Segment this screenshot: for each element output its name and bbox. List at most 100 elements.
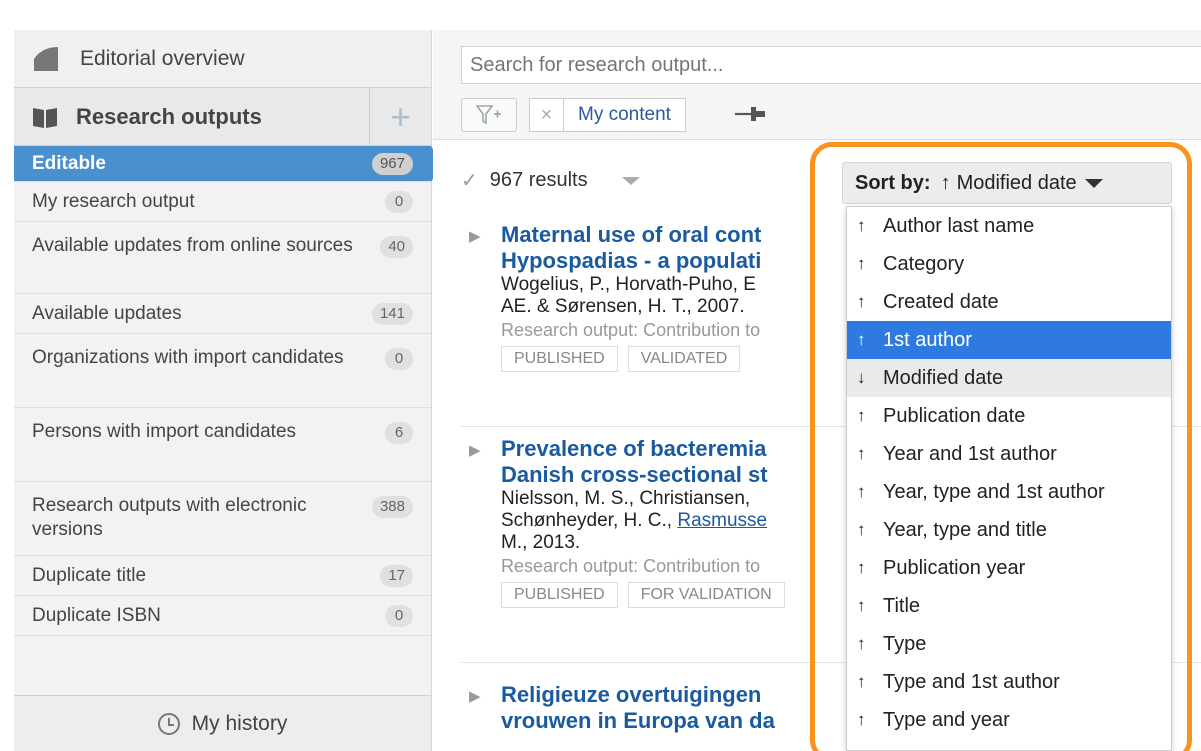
sort-option-label: Modified date (883, 366, 1004, 389)
sort-option-year-type-1st-author[interactable]: ↑ Year, type and 1st author (847, 473, 1171, 511)
sort-arrow-icon: ↑ (857, 710, 866, 729)
sort-option-created-date[interactable]: ↑ Created date (847, 283, 1171, 321)
sort-option-label: Category (883, 252, 965, 275)
search-input[interactable] (461, 46, 1201, 84)
remove-filter-icon[interactable]: × (530, 99, 564, 131)
sort-arrow-icon: ↑ (857, 330, 866, 349)
sidebar-item-count: 141 (371, 302, 413, 325)
my-history-button[interactable]: My history (14, 695, 431, 751)
expand-triangle-icon[interactable]: ▶ (469, 684, 481, 710)
sort-option-label: Created date (883, 290, 999, 313)
sort-option-label: Publication year (883, 556, 1026, 579)
status-badge: PUBLISHED (501, 582, 618, 608)
sort-option-label: Title (883, 594, 921, 617)
sort-option-type-year[interactable]: ↑ Type and year (847, 701, 1171, 739)
sort-options-menu: ↑ Author last name ↑ Category ↑ Created dat… (846, 206, 1172, 751)
sort-option-year-type-title[interactable]: ↑ Year, type and title (847, 511, 1171, 549)
sort-by-label: Sort by: (855, 171, 931, 194)
sort-option-title[interactable]: ↑ Title (847, 587, 1171, 625)
status-badge: VALIDATED (627, 346, 741, 372)
sidebar-item-count: 17 (380, 564, 413, 587)
editorial-overview-icon (34, 46, 58, 71)
add-filter-button[interactable] (461, 98, 517, 132)
sort-option-label: Author last name (883, 214, 1035, 237)
sidebar-item-count: 0 (385, 604, 413, 627)
sort-arrow-icon: ↑ (857, 672, 866, 691)
sidebar-item-persons-import[interactable]: Persons with import candidates 6 (14, 408, 431, 482)
sort-option-publication-year[interactable]: ↑ Publication year (847, 549, 1171, 587)
select-all-check-icon[interactable]: ✓ (461, 168, 478, 193)
sort-option-modified-date[interactable]: ↓ Modified date (847, 359, 1171, 397)
sort-by-dropdown[interactable]: Sort by: ↑ Modified date (842, 162, 1172, 204)
sort-option-label: Type and year (883, 708, 1010, 731)
status-badge: PUBLISHED (501, 346, 618, 372)
sort-current-value: Modified date (956, 171, 1077, 194)
sort-option-author-last-name[interactable]: ↑ Author last name (847, 207, 1171, 245)
my-history-label: My history (191, 711, 288, 735)
results-menu-caret-icon[interactable] (621, 176, 640, 185)
sort-arrow-icon: ↑ (857, 254, 866, 273)
sort-direction-icon: ↑ (940, 171, 951, 194)
sort-option-label: Year, type and title (883, 518, 1047, 541)
sort-option-publication-date[interactable]: ↑ Publication date (847, 397, 1171, 435)
sidebar-item-electronic-versions[interactable]: Research outputs with electronic version… (14, 482, 431, 556)
sort-arrow-icon: ↑ (857, 216, 866, 235)
filter-plus-icon (476, 105, 501, 125)
sidebar-item-available-updates[interactable]: Available updates 141 (14, 294, 431, 334)
expand-triangle-icon[interactable]: ▶ (469, 224, 481, 250)
status-badge: FOR VALIDATION (627, 582, 785, 608)
sidebar-item-organizations-import[interactable]: Organizations with import candidates 0 (14, 334, 431, 408)
sidebar-item-duplicate-title[interactable]: Duplicate title 17 (14, 556, 431, 596)
sidebar-item-label: Research outputs with electronic version… (32, 495, 307, 540)
sidebar-item-label: Duplicate ISBN (32, 604, 161, 626)
sidebar: Editorial overview Research outputs + Ed… (14, 30, 442, 751)
author-link[interactable]: Rasmusse (677, 510, 767, 531)
sort-arrow-icon: ↑ (857, 292, 866, 311)
sort-option-label: 1st author (883, 328, 972, 351)
sort-arrow-icon: ↑ (857, 596, 866, 615)
expand-triangle-icon[interactable]: ▶ (469, 438, 481, 464)
sidebar-item-my-research-output[interactable]: My research output 0 (14, 182, 431, 222)
sidebar-item-label: Available updates from online sources (32, 235, 353, 256)
sidebar-item-label: My research output (32, 190, 195, 212)
sidebar-item-count: 40 (380, 236, 413, 258)
sort-option-year-1st-author[interactable]: ↑ Year and 1st author (847, 435, 1171, 473)
add-research-output-button[interactable]: + (369, 88, 431, 146)
history-clock-icon (157, 712, 180, 735)
research-outputs-header[interactable]: Research outputs + (14, 88, 431, 146)
sort-arrow-icon: ↓ (857, 368, 866, 387)
sidebar-item-duplicate-isbn[interactable]: Duplicate ISBN 0 (14, 596, 431, 636)
editorial-overview-link[interactable]: Editorial overview (14, 30, 431, 88)
sidebar-item-available-updates-online[interactable]: Available updates from online sources 40 (14, 222, 431, 294)
sidebar-item-count: 967 (371, 152, 413, 175)
search-toolbar: × My content (433, 30, 1201, 140)
sort-option-label: Year, type and 1st author (883, 480, 1105, 503)
sort-option-label: Publication date (883, 404, 1026, 427)
results-count: 967 results (489, 169, 588, 191)
sidebar-item-label: Available updates (32, 302, 182, 324)
sort-option-label: Type and 1st author (883, 670, 1060, 693)
sort-option-category[interactable]: ↑ Category (847, 245, 1171, 283)
book-icon (33, 107, 57, 128)
sort-option-type[interactable]: ↑ Type (847, 625, 1171, 663)
sort-arrow-icon: ↑ (857, 406, 866, 425)
results-summary: ✓ 967 results (461, 168, 640, 193)
sort-option-label: Type (883, 632, 927, 655)
research-outputs-title: Research outputs (76, 103, 262, 129)
sort-arrow-icon: ↑ (857, 558, 866, 577)
sidebar-item-label: Persons with import candidates (32, 421, 297, 442)
sidebar-list: Editable 967 My research output 0 Availa… (14, 146, 442, 636)
sort-option-type-1st-author[interactable]: ↑ Type and 1st author (847, 663, 1171, 701)
filter-chip-my-content[interactable]: × My content (529, 98, 686, 132)
sidebar-item-count: 0 (385, 190, 413, 213)
authors-text: Schønheyder, H. C., (501, 510, 678, 531)
sidebar-item-label: Organizations with import candidates (32, 347, 344, 368)
pin-icon[interactable] (733, 102, 769, 126)
sort-arrow-icon: ↑ (857, 634, 866, 653)
sort-arrow-icon: ↑ (857, 444, 866, 463)
chevron-down-icon (1084, 178, 1103, 188)
filter-chip-label: My content (578, 104, 671, 125)
sidebar-item-editable[interactable]: Editable 967 (14, 146, 442, 182)
sort-option-1st-author[interactable]: ↑ 1st author (847, 321, 1171, 359)
sort-arrow-icon: ↑ (857, 520, 866, 539)
